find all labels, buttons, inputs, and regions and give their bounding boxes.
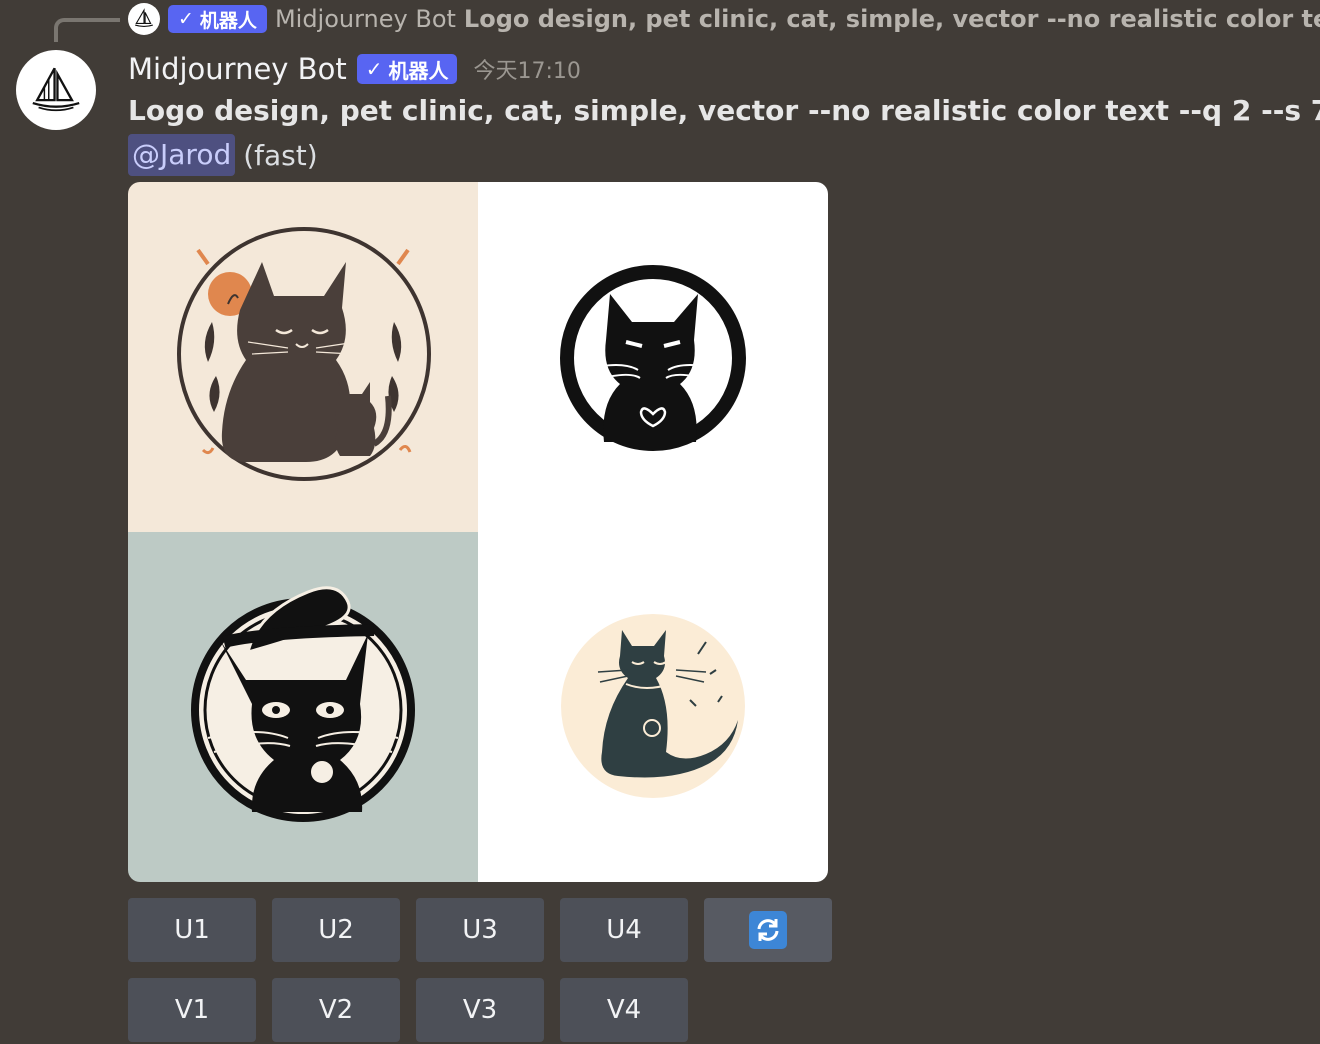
sailboat-icon: [32, 67, 80, 112]
reply-connector: [54, 18, 120, 42]
sitting-cat-cream-circle-icon: [561, 614, 745, 798]
prompt-text: Logo design, pet clinic, cat, simple, ve…: [128, 94, 1320, 127]
upscale-button-2[interactable]: U2: [272, 898, 400, 962]
variation-button-1[interactable]: V1: [128, 978, 256, 1042]
refresh-arrows: [757, 919, 779, 941]
image-tile-1[interactable]: [128, 182, 478, 532]
reroll-button[interactable]: [704, 898, 832, 962]
image-tile-3[interactable]: [128, 532, 478, 882]
image-tile-2[interactable]: [478, 182, 828, 532]
message-header: Midjourney Bot ✓ 机器人 今天17:10: [128, 50, 581, 88]
bot-badge-label: 机器人: [199, 9, 257, 32]
reply-prompt-excerpt[interactable]: Logo design, pet clinic, cat, simple, ve…: [464, 5, 1320, 33]
image-tile-4[interactable]: [478, 532, 828, 882]
reply-username[interactable]: Midjourney Bot: [275, 5, 456, 33]
bot-badge: ✓ 机器人: [356, 54, 458, 84]
variation-button-2[interactable]: V2: [272, 978, 400, 1042]
username[interactable]: Midjourney Bot: [128, 52, 347, 86]
upscale-button-1[interactable]: U1: [128, 898, 256, 962]
variation-button-3[interactable]: V3: [416, 978, 544, 1042]
sailboat-icon: [135, 8, 153, 27]
speed-label: (fast): [243, 138, 318, 172]
upscale-button-3[interactable]: U3: [416, 898, 544, 962]
bot-badge: ✓ 机器人: [168, 5, 267, 33]
image-grid[interactable]: [128, 182, 828, 882]
avatar[interactable]: [16, 50, 96, 130]
user-mention[interactable]: @Jarod: [128, 134, 236, 176]
reply-reference[interactable]: ✓ 机器人 Midjourney Bot Logo design, pet cl…: [128, 2, 1320, 36]
black-cat-heart-circle-icon: [560, 265, 746, 451]
reply-avatar[interactable]: [128, 3, 160, 35]
black-cat-beret-badge-icon: [191, 586, 415, 822]
discord-message-view: ✓ 机器人 Midjourney Bot Logo design, pet cl…: [0, 0, 1320, 1044]
upscale-button-4[interactable]: U4: [560, 898, 688, 962]
check-icon: ✓: [365, 57, 383, 81]
refresh-icon: [749, 911, 787, 949]
bot-badge-label: 机器人: [388, 58, 449, 83]
variation-button-4[interactable]: V4: [560, 978, 688, 1042]
check-icon: ✓: [178, 8, 194, 30]
mention-row: @Jarod (fast): [128, 134, 318, 176]
timestamp[interactable]: 今天17:10: [473, 53, 580, 85]
cat-mother-kitten-badge-icon: [177, 227, 431, 481]
